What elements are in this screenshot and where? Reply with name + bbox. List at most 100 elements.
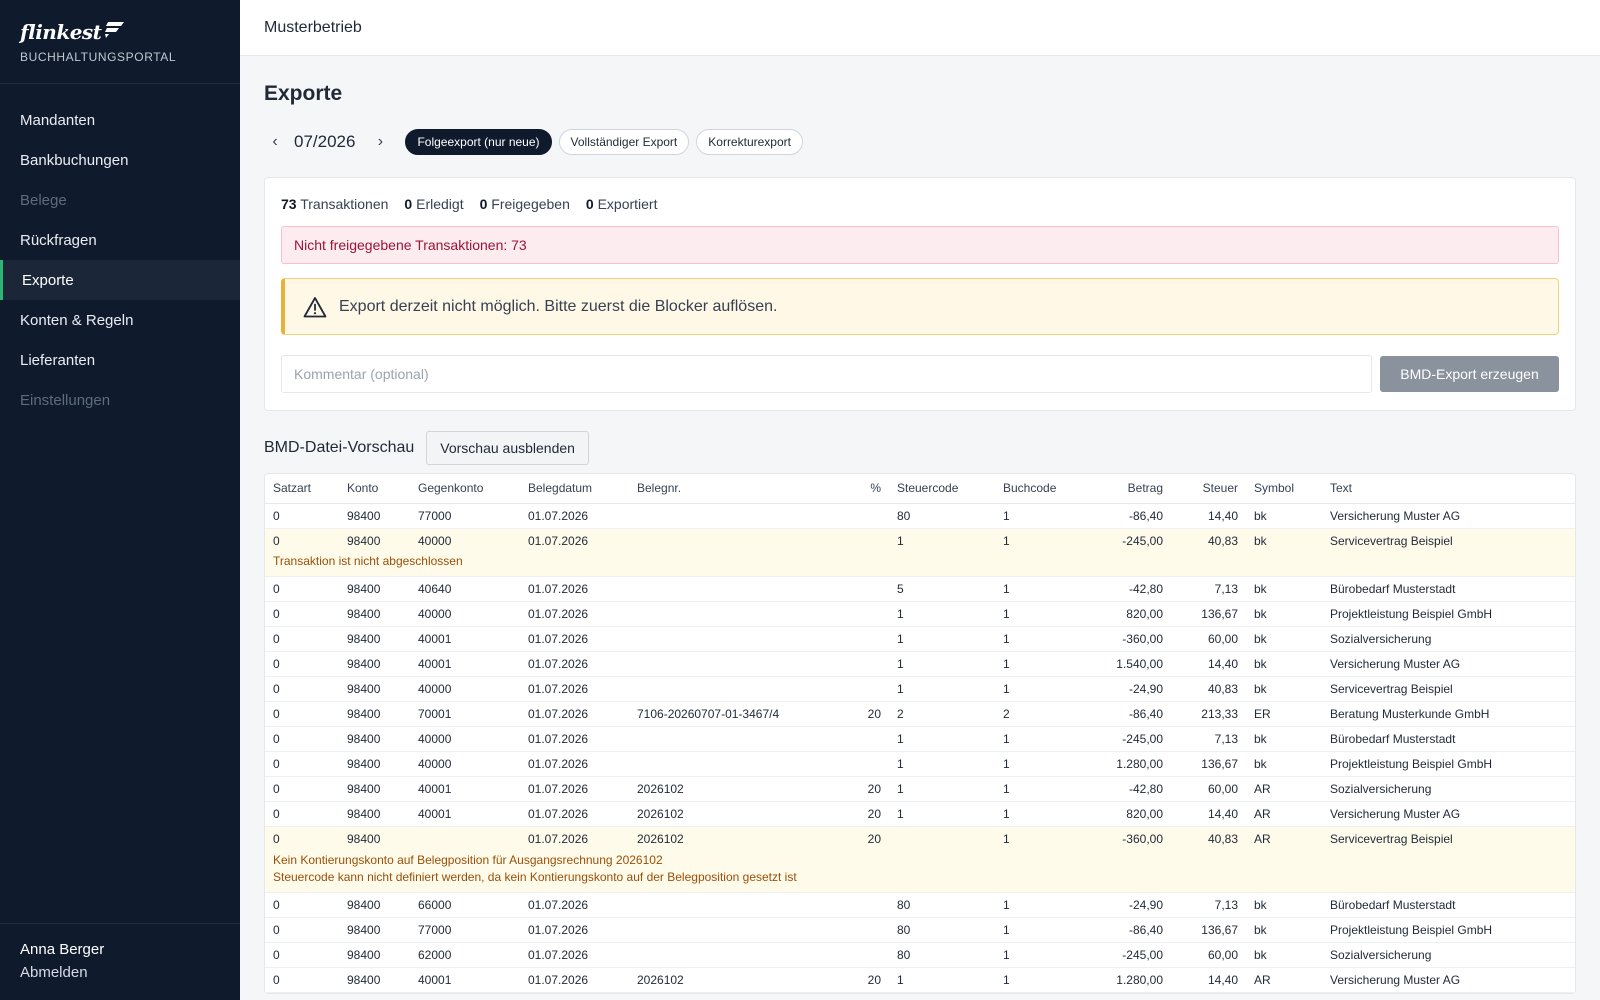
- table-cell: Projektleistung Beispiel GmbH: [1322, 751, 1575, 777]
- sidebar: flinkest BUCHHALTUNGSPORTAL Mandanten Ba…: [0, 0, 240, 1000]
- topbar: Musterbetrieb: [240, 0, 1600, 56]
- next-period-button[interactable]: ›: [369, 133, 391, 151]
- table-cell: Servicevertrag Beispiel: [1322, 676, 1575, 702]
- table-cell: 0: [265, 917, 339, 943]
- table-cell: -360,00: [1101, 626, 1171, 652]
- brand-logo[interactable]: flinkest: [20, 20, 220, 44]
- nav-item-rueckfragen[interactable]: Rückfragen: [0, 220, 240, 260]
- table-cell: 77000: [410, 917, 520, 943]
- mode-pill-vollstaendig[interactable]: Vollständiger Export: [558, 129, 690, 155]
- table-cell: [410, 826, 520, 852]
- table-cell: 80: [889, 942, 995, 968]
- table-cell: 2: [889, 701, 995, 727]
- nav-item-bankbuchungen[interactable]: Bankbuchungen: [0, 140, 240, 180]
- table-cell: Projektleistung Beispiel GmbH: [1322, 917, 1575, 943]
- table-cell: 60,00: [1171, 626, 1246, 652]
- table-cell: [629, 576, 829, 602]
- table-cell: 98400: [339, 942, 410, 968]
- nav-item-belege: Belege: [0, 180, 240, 220]
- logout-link[interactable]: Abmelden: [20, 964, 220, 981]
- stat-exportiert: 0 Exportiert: [585, 196, 658, 212]
- table-cell: 40001: [410, 967, 520, 993]
- comment-input[interactable]: [281, 355, 1372, 393]
- nav-item-label: Mandanten: [20, 111, 96, 129]
- table-cell: 1: [995, 942, 1101, 968]
- preview-header: BMD-Datei-Vorschau Vorschau ausblenden: [264, 431, 1576, 465]
- table-cell: [829, 601, 889, 627]
- col-belegdatum: Belegdatum: [520, 474, 629, 504]
- table-cell: 40000: [410, 601, 520, 627]
- table-cell: bk: [1246, 651, 1322, 677]
- table-row: 0 98400 40640 01.07.2026 5 1 -42,80 7,13 bk Bürob…: [265, 576, 1575, 602]
- table-cell: 1: [995, 726, 1101, 752]
- table-cell: 2026102: [629, 776, 829, 802]
- table-cell: 01.07.2026: [520, 701, 629, 727]
- col-symbol: Symbol: [1246, 474, 1322, 504]
- nav-item-exporte[interactable]: Exporte: [0, 260, 240, 300]
- table-cell: [629, 751, 829, 777]
- table-cell: bk: [1246, 576, 1322, 602]
- table-cell: 1: [995, 892, 1101, 918]
- table-cell: 98400: [339, 651, 410, 677]
- blocked-alert: Export derzeit nicht möglich. Bitte zuer…: [281, 278, 1559, 335]
- mode-pill-folgeexport[interactable]: Folgeexport (nur neue): [405, 129, 552, 155]
- nav-item-label: Belege: [20, 191, 67, 209]
- table-cell: 1: [995, 576, 1101, 602]
- table-cell: 14,40: [1171, 801, 1246, 827]
- table-cell: AR: [1246, 801, 1322, 827]
- table-cell: [629, 892, 829, 918]
- table-row: 0 98400 40001 01.07.2026 1 1 1.540,00 14,40 bk Ve…: [265, 651, 1575, 677]
- table-cell: [829, 676, 889, 702]
- nav-item-lieferanten[interactable]: Lieferanten: [0, 340, 240, 380]
- table-cell: 01.07.2026: [520, 651, 629, 677]
- preview-title: BMD-Datei-Vorschau: [264, 439, 415, 456]
- table-cell: Versicherung Muster AG: [1322, 651, 1575, 677]
- table-cell: 40640: [410, 576, 520, 602]
- table-cell: AR: [1246, 776, 1322, 802]
- table-cell: [629, 503, 829, 529]
- col-buchcode: Buchcode: [995, 474, 1101, 504]
- prev-period-button[interactable]: ‹: [264, 133, 286, 151]
- row-warning: Transaktion ist nicht abgeschlossen: [265, 553, 1575, 577]
- col-gegenkonto: Gegenkonto: [410, 474, 520, 504]
- table-cell: 01.07.2026: [520, 776, 629, 802]
- table-cell: Servicevertrag Beispiel: [1322, 528, 1575, 553]
- bmd-preview-table: Satzart Konto Gegenkonto Belegdatum Bele…: [264, 473, 1576, 994]
- table-cell: 0: [265, 776, 339, 802]
- table-cell: 1: [889, 967, 995, 993]
- table-cell: 98400: [339, 917, 410, 943]
- nav-item-mandanten[interactable]: Mandanten: [0, 100, 240, 140]
- table-cell: -42,80: [1101, 776, 1171, 802]
- row-warning-text: Transaktion ist nicht abgeschlossen: [273, 554, 463, 568]
- hide-preview-button[interactable]: Vorschau ausblenden: [426, 431, 589, 465]
- table-cell: -245,00: [1101, 528, 1171, 553]
- col-text: Text: [1322, 474, 1575, 504]
- table-cell: 01.07.2026: [520, 601, 629, 627]
- nav-item-konten-regeln[interactable]: Konten & Regeln: [0, 300, 240, 340]
- table-cell: Versicherung Muster AG: [1322, 503, 1575, 529]
- table-cell: 0: [265, 726, 339, 752]
- brand-logo-text: flinkest: [20, 20, 102, 44]
- table-cell: 01.07.2026: [520, 751, 629, 777]
- table-cell: 820,00: [1101, 801, 1171, 827]
- mode-pill-korrektur[interactable]: Korrekturexport: [696, 129, 803, 155]
- table-cell: 14,40: [1171, 967, 1246, 993]
- table-cell: Versicherung Muster AG: [1322, 801, 1575, 827]
- table-cell: -245,00: [1101, 726, 1171, 752]
- table-cell: 98400: [339, 676, 410, 702]
- table-cell: 40,83: [1171, 826, 1246, 852]
- bmd-export-button[interactable]: BMD-Export erzeugen: [1380, 356, 1559, 392]
- table-cell: 40000: [410, 528, 520, 553]
- table-cell: 1: [995, 626, 1101, 652]
- table-cell: bk: [1246, 503, 1322, 529]
- table-cell: [829, 751, 889, 777]
- table-cell: 40,83: [1171, 528, 1246, 553]
- flag-icon: [105, 22, 125, 38]
- table-cell: 7,13: [1171, 726, 1246, 752]
- table-cell: 40001: [410, 651, 520, 677]
- table-cell: Beratung Musterkunde GmbH: [1322, 701, 1575, 727]
- col-prozent: %: [829, 474, 889, 504]
- table-cell: [889, 826, 995, 852]
- table-row: 0 98400 40000 01.07.2026 1 1 -24,90 40,83 bk Serv…: [265, 676, 1575, 702]
- table-header-row: Satzart Konto Gegenkonto Belegdatum Bele…: [265, 474, 1575, 504]
